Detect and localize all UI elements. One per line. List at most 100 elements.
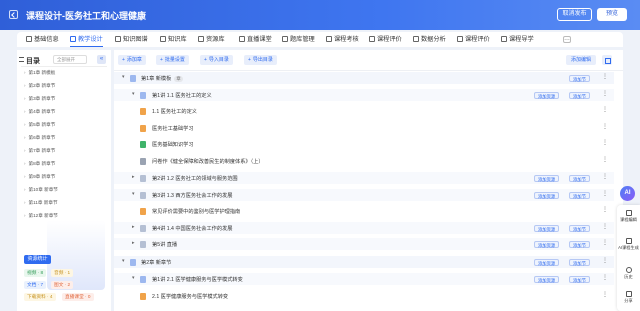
lesson-row[interactable]: ▸ 第2讲 1.2 医务社工的领域与服务范围 添加资源 添加节 ⋮ — [114, 172, 614, 184]
outline-item[interactable]: 第10章 新章节 — [24, 187, 58, 193]
outline-item[interactable]: 第4章 新章节 — [24, 109, 56, 115]
tab-teaching-design[interactable]: 教学设计 — [70, 32, 103, 47]
caret-down-icon[interactable]: ▾ — [122, 258, 125, 264]
preview-button[interactable]: 预览 — [597, 8, 627, 21]
outline-item[interactable]: 第7章 新章节 — [24, 148, 56, 154]
more-icon[interactable]: ⋮ — [602, 292, 608, 299]
outline-item[interactable]: 第11章 新章节 — [24, 200, 58, 206]
layout-toggle-icon[interactable] — [602, 55, 612, 65]
more-icon[interactable]: ⋮ — [602, 240, 608, 247]
ai-generate-button[interactable]: AI课程生成 — [617, 238, 640, 251]
tab-label: 数据分析 — [421, 36, 446, 43]
more-tabs-button[interactable]: … — [563, 36, 571, 43]
caret-right-icon[interactable]: ▸ — [132, 240, 135, 246]
history-icon — [625, 267, 632, 273]
add-resource-button[interactable]: 添加资源 — [534, 275, 560, 283]
add-section-button[interactable]: 添加节 — [569, 91, 590, 99]
resource-row[interactable]: 常见评价需要中的鉴别与医学护理指南 ⋮ — [114, 205, 614, 217]
outline-item[interactable]: 第9章 新章节 — [24, 174, 56, 180]
add-resource-button[interactable]: 添加资源 — [534, 224, 560, 232]
add-section-button[interactable]: 添加节 — [569, 174, 590, 182]
tab-knowledge-graph[interactable]: 知识图谱 — [115, 32, 148, 47]
decoration-illustration — [47, 220, 105, 290]
add-resource-button[interactable]: 添加资源 — [534, 240, 560, 248]
add-chapter-button[interactable]: 添加章 — [118, 55, 146, 65]
import-outline-button[interactable]: 导入目录 — [200, 55, 233, 65]
lesson-row[interactable]: ▾ 第3讲 1.3 西方医务社会工作的发展 添加资源 添加节 ⋮ — [114, 189, 614, 201]
add-section-button[interactable]: 添加节 — [569, 191, 590, 199]
more-icon[interactable]: ⋮ — [602, 174, 608, 181]
lesson-row[interactable]: ▸ 第5讲 直播 添加资源 添加节 ⋮ — [114, 238, 614, 250]
tab-data-analysis[interactable]: 数据分析 — [413, 32, 446, 47]
side-tool-panel: 课程编辑 AI课程生成 历史 分享 — [617, 205, 640, 311]
tab-knowledge-base[interactable]: 知识库 — [160, 32, 187, 47]
batch-settings-button[interactable]: 批量设置 — [156, 55, 189, 65]
outline-item[interactable]: 第6章 新章节 — [24, 135, 56, 141]
history-button[interactable]: 历史 — [617, 267, 640, 280]
add-section-button[interactable]: 添加节 — [569, 258, 590, 266]
caret-right-icon[interactable]: ▸ — [132, 224, 135, 230]
caret-right-icon[interactable]: ▸ — [132, 174, 135, 180]
caret-down-icon[interactable]: ▾ — [122, 74, 125, 80]
add-section-button[interactable]: 添加节 — [569, 74, 590, 82]
ai-assistant-button[interactable]: AI — [620, 186, 635, 201]
chapter-row[interactable]: ▾ 第1章 新模板章 添加节 ⋮ — [114, 72, 614, 84]
tab-course-evaluation-2[interactable]: 课程评价 — [457, 32, 490, 47]
outline-item[interactable]: 第12章 新章节 — [24, 213, 58, 219]
add-section-button[interactable]: 添加节 — [569, 275, 590, 283]
more-icon[interactable]: ⋮ — [602, 275, 608, 282]
more-icon[interactable]: ⋮ — [602, 91, 608, 98]
collapse-panel-button[interactable]: « — [97, 55, 106, 64]
tab-basic-info[interactable]: 基础信息 — [26, 32, 59, 47]
lesson-row[interactable]: ▾ 第1讲 1.1 医务社工的定义 添加资源 添加节 ⋮ — [114, 89, 614, 101]
tab-resource-library[interactable]: 资源库 — [198, 32, 225, 47]
divider — [21, 66, 107, 67]
share-button[interactable]: 分享 — [617, 291, 640, 304]
resource-row[interactable]: 1.1 医务社工的定义 ⋮ — [114, 105, 614, 117]
more-icon[interactable]: ⋮ — [602, 74, 608, 81]
more-icon[interactable]: ⋮ — [602, 207, 608, 214]
resource-row[interactable]: 医务基础知识学习 ⋮ — [114, 138, 614, 150]
add-resource-button[interactable]: 添加资源 — [534, 258, 560, 266]
more-icon[interactable]: ⋮ — [602, 107, 608, 114]
add-resource-button[interactable]: 添加资源 — [534, 191, 560, 199]
resource-row[interactable]: 2.1 医学健康服务与医学模式转变 ⋮ — [114, 290, 614, 302]
resource-row[interactable]: 医务社工基础学习 ⋮ — [114, 122, 614, 134]
add-section-button[interactable]: 添加节 — [569, 240, 590, 248]
add-section-button[interactable]: 添加节 — [569, 224, 590, 232]
lesson-row[interactable]: ▸ 第4讲 1.4 中国医务社会工作的发展 添加资源 添加节 ⋮ — [114, 222, 614, 234]
export-outline-button[interactable]: 导出目录 — [244, 55, 277, 65]
more-icon[interactable]: ⋮ — [602, 157, 608, 164]
ai-icon — [625, 238, 632, 244]
add-resource-button[interactable]: 添加资源 — [534, 174, 560, 182]
caret-down-icon[interactable]: ▾ — [132, 275, 135, 281]
outline-item[interactable]: 第2章 新章节 — [24, 83, 56, 89]
expand-select[interactable]: 全部展开 — [53, 55, 87, 64]
caret-down-icon[interactable]: ▾ — [132, 91, 135, 97]
outline-item[interactable]: 第1章 新模板 — [24, 70, 56, 76]
cancel-publish-button[interactable]: 取消发布 — [557, 8, 592, 21]
tab-question-bank[interactable]: 题库管理 — [282, 32, 315, 47]
add-edit-button[interactable]: 添加编辑 — [566, 55, 597, 65]
outline-item[interactable]: 第8章 新章节 — [24, 161, 56, 167]
back-icon[interactable] — [9, 10, 18, 19]
more-icon[interactable]: ⋮ — [602, 258, 608, 265]
caret-down-icon[interactable]: ▾ — [132, 191, 135, 197]
more-icon[interactable]: ⋮ — [602, 191, 608, 198]
outline-item[interactable]: 第3章 新章节 — [24, 96, 56, 102]
resource-row[interactable]: 问卷作《健全保障和改善民生的制度体系》（上） ⋮ — [114, 155, 614, 167]
more-icon[interactable]: ⋮ — [602, 224, 608, 231]
tab-course-evaluation[interactable]: 课程评价 — [369, 32, 402, 47]
tab-label: 知识图谱 — [123, 36, 148, 43]
add-resource-button[interactable]: 添加资源 — [534, 91, 560, 99]
edit-icon — [625, 210, 632, 216]
course-edit-button[interactable]: 课程编辑 — [617, 210, 640, 223]
outline-item[interactable]: 第5章 新章节 — [24, 122, 56, 128]
chapter-row[interactable]: ▾ 第2章 新章节 添加资源 添加节 ⋮ — [114, 256, 614, 268]
more-icon[interactable]: ⋮ — [602, 124, 608, 131]
tab-course-exam[interactable]: 课程考核 — [326, 32, 359, 47]
more-icon[interactable]: ⋮ — [602, 140, 608, 147]
tab-course-guide[interactable]: 课程导学 — [501, 32, 534, 47]
tab-live-class[interactable]: 直播课堂 — [239, 32, 272, 47]
lesson-row[interactable]: ▾ 第1讲 2.1 医学健康服务与医学模式转变 添加资源 添加节 ⋮ — [114, 273, 614, 285]
